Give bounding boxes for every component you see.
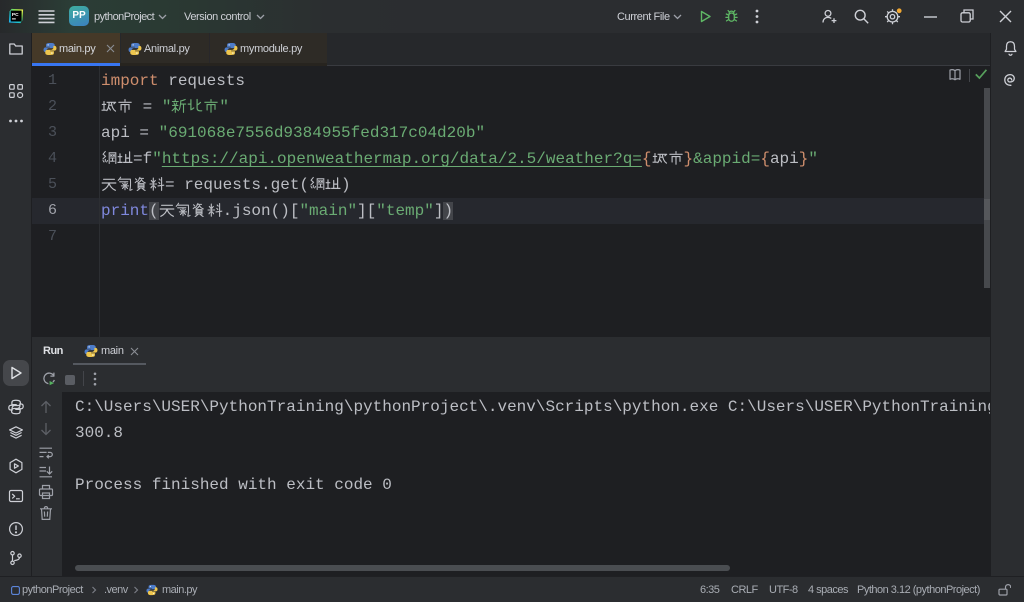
svg-text:PC: PC	[12, 12, 19, 18]
